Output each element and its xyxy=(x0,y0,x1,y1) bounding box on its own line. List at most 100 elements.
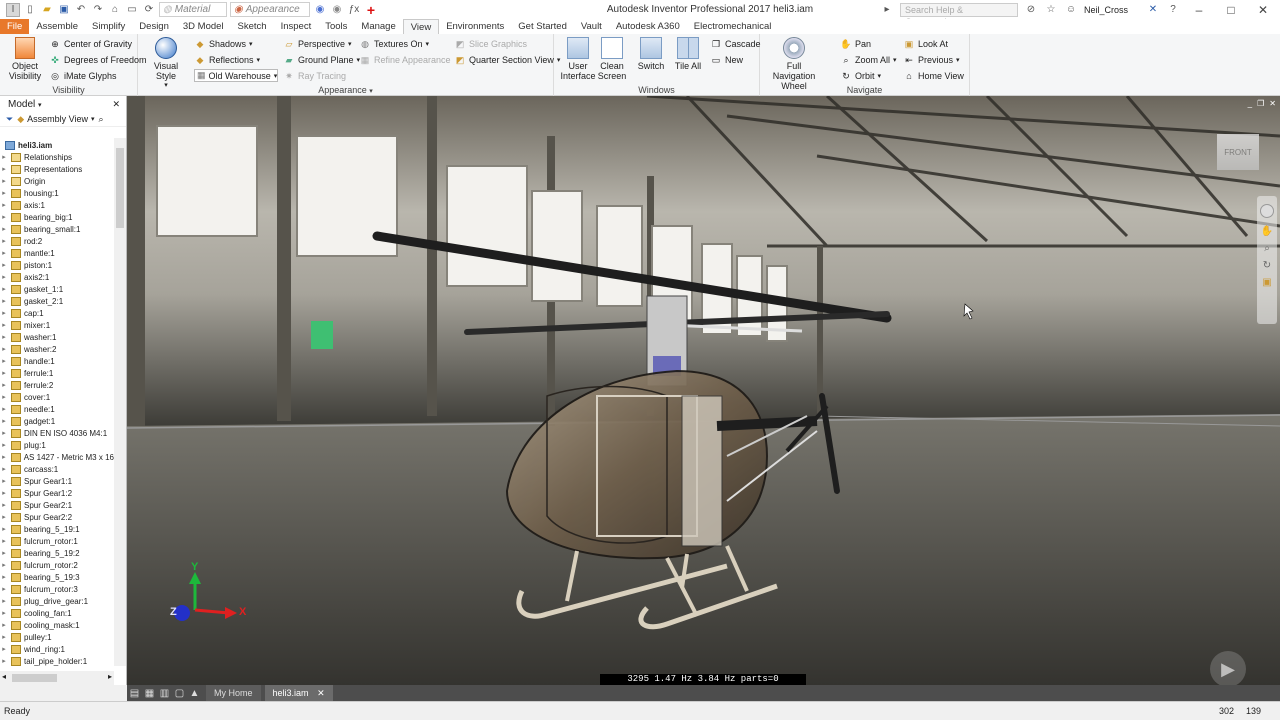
color-override-icon[interactable]: ◉ xyxy=(313,3,327,17)
tree-item[interactable]: ▸ plug_drive_gear:1 xyxy=(0,595,114,607)
add-icon[interactable]: + xyxy=(364,2,378,18)
expand-icon[interactable]: ▸ xyxy=(0,321,8,329)
graphics-viewport[interactable]: Y X Z FRONT _ ❐ ✕ ✋ ⌕ ↻ ▣ ▶ 3295 1.47 Hz… xyxy=(127,96,1280,685)
tab-sketch[interactable]: Sketch xyxy=(231,19,274,34)
orbit-tool-icon[interactable]: ↻ xyxy=(1257,260,1277,271)
full-navigation-wheel-button[interactable]: Full Navigation Wheel xyxy=(766,37,822,91)
browser-close-icon[interactable]: ✕ xyxy=(112,99,120,110)
orbit-button[interactable]: ↻ Orbit ▾ xyxy=(840,70,881,82)
browser-search-icon[interactable]: ⌕ xyxy=(99,114,104,125)
parameters-icon[interactable]: ƒx xyxy=(347,3,361,17)
expand-icon[interactable]: ▸ xyxy=(0,429,8,437)
tree-item[interactable]: ▸ tail_pipe_holder:1 xyxy=(0,655,114,667)
tree-item[interactable]: ▸ Spur Gear2:2 xyxy=(0,511,114,523)
new-file-icon[interactable]: ▯ xyxy=(23,3,37,17)
expand-icon[interactable]: ▸ xyxy=(0,357,8,365)
scrollbar-thumb[interactable] xyxy=(12,674,57,682)
browser-title[interactable]: Model ▾ xyxy=(8,99,42,110)
tree-item[interactable]: ▸ fulcrum_rotor:1 xyxy=(0,535,114,547)
expand-icon[interactable]: ▸ xyxy=(0,573,8,581)
steering-wheel-icon[interactable] xyxy=(1260,204,1274,218)
play-icon[interactable]: ▶ xyxy=(1210,651,1246,685)
clear-override-icon[interactable]: ◉ xyxy=(330,3,344,17)
expand-icon[interactable]: ▸ xyxy=(0,189,8,197)
tab-my-home[interactable]: My Home xyxy=(206,685,261,701)
tree-item[interactable]: ▸ washer:2 xyxy=(0,343,114,355)
perspective-button[interactable]: ▱ Perspective ▾ xyxy=(283,38,352,50)
tile-vertical-icon[interactable]: ▥ xyxy=(157,687,172,700)
tab-electromechanical[interactable]: Electromechanical xyxy=(687,19,779,34)
app-menu-icon[interactable]: I xyxy=(6,2,20,17)
expand-icon[interactable]: ▸ xyxy=(0,621,8,629)
tree-item[interactable]: ▸ fulcrum_rotor:3 xyxy=(0,583,114,595)
browser-horizontal-scrollbar[interactable]: ◂ ▸ xyxy=(0,671,114,685)
tree-item[interactable]: ▸ needle:1 xyxy=(0,403,114,415)
cascade-button[interactable]: ❐ Cascade xyxy=(710,38,761,50)
tree-item[interactable]: ▸ mantle:1 xyxy=(0,247,114,259)
browser-vertical-scrollbar[interactable] xyxy=(114,138,126,666)
tab-manage[interactable]: Manage xyxy=(354,19,402,34)
tree-item[interactable]: ▸ Spur Gear2:1 xyxy=(0,499,114,511)
tab-view[interactable]: View xyxy=(402,19,440,34)
center-of-gravity-button[interactable]: ⊕ Center of Gravity xyxy=(49,38,132,50)
expand-icon[interactable]: ▸ xyxy=(0,153,8,161)
tree-item[interactable]: ▸ cooling_fan:1 xyxy=(0,607,114,619)
home-view-button[interactable]: ⌂ Home View xyxy=(903,70,964,82)
expand-icon[interactable]: ▸ xyxy=(0,369,8,377)
close-button[interactable]: ✕ xyxy=(1250,0,1276,19)
tree-root[interactable]: heli3.iam xyxy=(2,139,52,151)
ground-plane-button[interactable]: ▰ Ground Plane ▾ xyxy=(283,54,361,66)
tile-horizontal-icon[interactable]: ▤ xyxy=(127,687,142,700)
tree-item[interactable]: ▸ gadget:1 xyxy=(0,415,114,427)
tab-environments[interactable]: Environments xyxy=(439,19,511,34)
viewcube[interactable]: FRONT xyxy=(1217,134,1259,170)
tab-vault[interactable]: Vault xyxy=(574,19,609,34)
close-tab-icon[interactable]: ✕ xyxy=(317,688,325,698)
undo-icon[interactable]: ↶ xyxy=(74,3,88,17)
expand-icon[interactable]: ▸ xyxy=(0,633,8,641)
pan-tool-icon[interactable]: ✋ xyxy=(1257,226,1277,237)
expand-icon[interactable]: ▸ xyxy=(0,393,8,401)
viewport-restore-icon[interactable]: ❐ xyxy=(1257,99,1264,108)
tree-item[interactable]: ▸ washer:1 xyxy=(0,331,114,343)
tab-design[interactable]: Design xyxy=(132,19,176,34)
tree-item[interactable]: ▸ wind_ring:1 xyxy=(0,643,114,655)
help-icon[interactable]: ? xyxy=(1166,3,1180,17)
filter-icon[interactable]: ⏷ xyxy=(6,114,13,125)
expand-icon[interactable]: ▸ xyxy=(0,657,8,665)
tab-document[interactable]: heli3.iam ✕ xyxy=(264,685,333,701)
tab-file[interactable]: File xyxy=(0,19,30,34)
expand-icon[interactable]: ▸ xyxy=(0,513,8,521)
view-mode-select[interactable]: ◆ Assembly View ▾ xyxy=(17,114,94,125)
scroll-right-icon[interactable]: ▸ xyxy=(108,672,112,681)
expand-icon[interactable]: ▸ xyxy=(0,525,8,533)
user-icon[interactable]: ☺ xyxy=(1064,3,1078,17)
expand-icon[interactable]: ▸ xyxy=(0,213,8,221)
save-icon[interactable]: ▣ xyxy=(57,3,71,17)
tree-item[interactable]: ▸ Spur Gear1:2 xyxy=(0,487,114,499)
expand-icon[interactable]: ▸ xyxy=(0,285,8,293)
expand-icon[interactable]: ▸ xyxy=(0,345,8,353)
star-icon[interactable]: ☆ xyxy=(1044,3,1058,17)
tree-item[interactable]: ▸ axis2:1 xyxy=(0,271,114,283)
expand-icon[interactable]: ▸ xyxy=(0,261,8,269)
expand-icon[interactable]: ▸ xyxy=(0,165,8,173)
material-combo[interactable]: ◍ Material xyxy=(159,2,227,17)
tree-item[interactable]: ▸ axis:1 xyxy=(0,199,114,211)
tree-item[interactable]: ▸ piston:1 xyxy=(0,259,114,271)
tree-item[interactable]: ▸ housing:1 xyxy=(0,187,114,199)
expand-icon[interactable]: ▸ xyxy=(0,609,8,617)
expand-icon[interactable]: ▸ xyxy=(0,441,8,449)
expand-icon[interactable]: ▸ xyxy=(0,405,8,413)
expand-icon[interactable]: ▸ xyxy=(0,297,8,305)
textures-on-button[interactable]: ◍ Textures On ▾ xyxy=(359,38,429,50)
tree-item[interactable]: ▸ bearing_big:1 xyxy=(0,211,114,223)
expand-icon[interactable]: ▸ xyxy=(0,249,8,257)
look-at-button[interactable]: ▣ Look At xyxy=(903,38,948,50)
panel-expand-icon[interactable]: ▾ xyxy=(369,88,373,95)
expand-icon[interactable]: ▸ xyxy=(0,417,8,425)
tile-grid-icon[interactable]: ▦ xyxy=(142,687,157,700)
update-icon[interactable]: ⟳ xyxy=(142,3,156,17)
tree-item[interactable]: ▸ carcass:1 xyxy=(0,463,114,475)
user-name[interactable]: Neil_Cross xyxy=(1084,5,1140,15)
